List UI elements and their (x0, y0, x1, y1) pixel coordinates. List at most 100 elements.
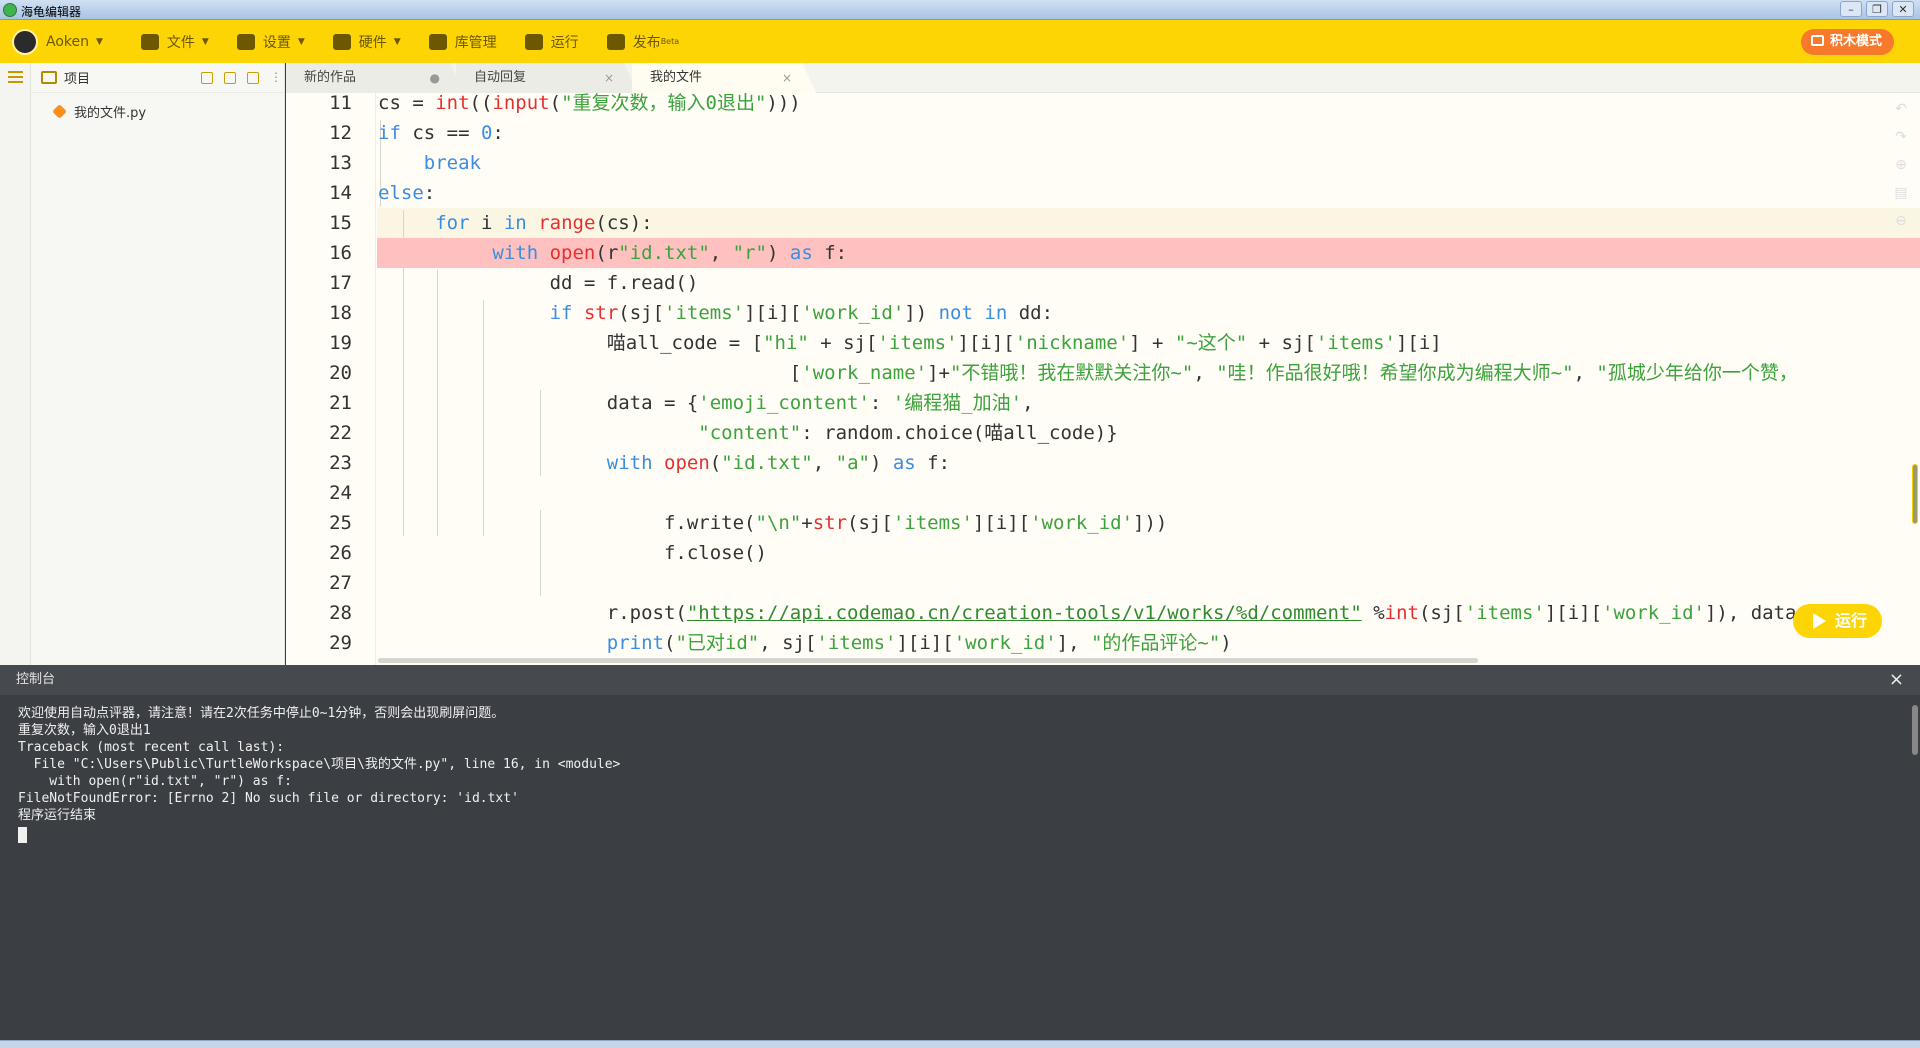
run-button[interactable]: 运行 (1793, 604, 1882, 638)
tab-close-icon[interactable]: ● (430, 63, 440, 93)
code-line[interactable]: f.close() (378, 538, 767, 568)
menu-library[interactable]: 库管理 (428, 32, 497, 52)
code-token: as (892, 452, 916, 474)
menu-gear[interactable]: 设置 ▼ (236, 32, 305, 52)
tab-close-icon[interactable]: × (604, 63, 614, 93)
menu-hardware[interactable]: 硬件 ▼ (332, 32, 401, 52)
code-line[interactable]: "content": random.choice(喵all_code)} (378, 418, 1117, 448)
code-token: , (812, 452, 836, 474)
code-line[interactable]: data = {'emoji_content': '编程猫_加油', (378, 388, 1034, 418)
tab-3[interactable]: 我的文件 × (632, 63, 816, 93)
library-icon (428, 33, 447, 50)
code-token: "~这个" (1174, 332, 1248, 354)
menu-folder[interactable]: 文件 ▼ (140, 32, 209, 52)
code-line[interactable]: dd = f.read() (378, 268, 699, 298)
code-line[interactable]: with open(r"id.txt", "r") as f: (378, 238, 847, 268)
code-token: else (378, 182, 424, 204)
undo-icon[interactable]: ↶ (1892, 101, 1910, 117)
redo-icon[interactable]: ↷ (1892, 129, 1910, 145)
new-folder-icon[interactable] (224, 72, 236, 84)
minimize-button[interactable]: – (1840, 1, 1862, 17)
code-line[interactable]: f.write("\n"+str(sj['items'][i]['work_id… (378, 508, 1167, 538)
send-icon (606, 33, 625, 50)
user-name: Aoken (46, 33, 89, 50)
tab-label: 自动回复 (474, 70, 527, 85)
code-token: ]+ (927, 362, 950, 384)
close-window-button[interactable]: ✕ (1892, 1, 1914, 17)
zoom-in-icon[interactable]: ⊕ (1892, 157, 1910, 173)
zoom-out-icon[interactable]: ⊖ (1892, 213, 1910, 229)
menu-label: 设置 (262, 34, 291, 51)
code-line[interactable]: ['work_name']+"不错哦！我在默默关注你~", "哇！作品很好哦！希… (378, 358, 1798, 388)
code-token: (sj[ (618, 302, 665, 324)
console-output[interactable]: 欢迎使用自动点评器，请注意！请在2次任务中停止0~1分钟，否则会出现刷屏问题。重… (0, 695, 1920, 847)
new-file-icon[interactable] (201, 72, 213, 84)
code-token: input (492, 93, 550, 114)
code-token: : (423, 182, 436, 204)
format-icon[interactable]: ▤ (1892, 185, 1910, 201)
code-line[interactable]: with open("id.txt", "a") as f: (378, 448, 950, 478)
code-token: 'items' (892, 512, 973, 534)
code-line[interactable]: else: (378, 178, 435, 208)
code-token: 'work_id' (1602, 602, 1705, 624)
menu-play[interactable]: 运行 (524, 32, 579, 52)
code-token: ) (767, 242, 790, 264)
more-icon[interactable]: ⋮ (270, 71, 282, 84)
code-token: ) (1220, 632, 1232, 654)
refresh-icon[interactable] (247, 72, 259, 84)
console-scrollbar[interactable] (1912, 705, 1918, 755)
console-line: with open(r"id.txt", "r") as f: (18, 774, 292, 789)
tab-2[interactable]: 自动回复 × (456, 63, 638, 93)
code-line[interactable]: if cs == 0: (378, 118, 504, 148)
close-console-button[interactable]: × (1889, 665, 1904, 695)
code-token: 'work_id' (1030, 512, 1134, 534)
vertical-scrollbar[interactable] (1912, 464, 1918, 524)
code-line[interactable]: cs = int((input("重复次数，输入0退出"))) (378, 93, 801, 118)
tab-close-icon[interactable]: × (782, 63, 792, 93)
line-number: 29 (329, 632, 352, 654)
code-token: 'items' (816, 632, 897, 654)
console-header: 控制台 × (0, 665, 1920, 695)
code-token: ( (709, 452, 722, 474)
avatar[interactable] (12, 28, 38, 55)
code-line[interactable]: r.post("https://api.codemao.cn/creation-… (378, 598, 1843, 628)
app-window: 海龟编辑器 – ❐ ✕ Aoken ▼ 文件 ▼ 设置 ▼ 硬件 ▼ 库管理 运行 发布 Beta … (0, 0, 1920, 1048)
code-line[interactable]: 喵all_code = ["hi" + sj['items'][i]['nick… (378, 328, 1442, 358)
user-menu[interactable]: Aoken ▼ (46, 34, 103, 50)
tab-1[interactable]: 新的作品 ● (286, 63, 464, 93)
code-token: (sj[ (847, 512, 893, 534)
code-token: (r (595, 242, 619, 264)
code-line[interactable]: break (378, 148, 481, 178)
menu-items: 文件 ▼ 设置 ▼ 硬件 ▼ 库管理 运行 发布 Beta (140, 32, 707, 52)
file-item[interactable]: 我的文件.py (52, 102, 146, 121)
code-line[interactable]: for i in range(cs): (378, 208, 652, 238)
line-number: 18 (329, 302, 352, 324)
code-token: break (423, 152, 481, 174)
block-mode-button[interactable]: 积木模式 (1800, 29, 1894, 55)
menu-send[interactable]: 发布 Beta (606, 32, 679, 52)
code-token: "不错哦！我在默默关注你~" (949, 362, 1194, 384)
restore-button[interactable]: ❐ (1866, 1, 1888, 17)
code-token: ][i] (1395, 332, 1442, 354)
code-token: (( (469, 93, 493, 114)
code-token: open (549, 242, 596, 264)
console-line: FileNotFoundError: [Errno 2] No such fil… (18, 791, 519, 806)
code-line[interactable]: print("已对id", sj['items'][i]['work_id'],… (378, 628, 1232, 658)
code-line[interactable]: if str(sj['items'][i]['work_id']) not in… (378, 298, 1053, 328)
horizontal-scrollbar[interactable] (378, 658, 1478, 663)
code-token: 喵all_code = [ (378, 332, 764, 354)
code-token: "哇！作品很好哦！希望你成为编程大师~" (1216, 362, 1574, 384)
menu-list-icon[interactable] (8, 71, 23, 83)
code-token: 'items' (1464, 602, 1545, 624)
chevron-down-icon: ▼ (393, 36, 401, 47)
code-token: f: (915, 452, 951, 474)
code-token: ))) (766, 93, 801, 114)
code-editor[interactable]: 11 12 13 14 15 16 17 18 19 20 21 22 23 24 25 26 27 28 29 c… (286, 93, 1920, 665)
code-token: : (869, 392, 893, 414)
code-token: 0 (480, 122, 493, 144)
line-number: 14 (329, 182, 352, 204)
